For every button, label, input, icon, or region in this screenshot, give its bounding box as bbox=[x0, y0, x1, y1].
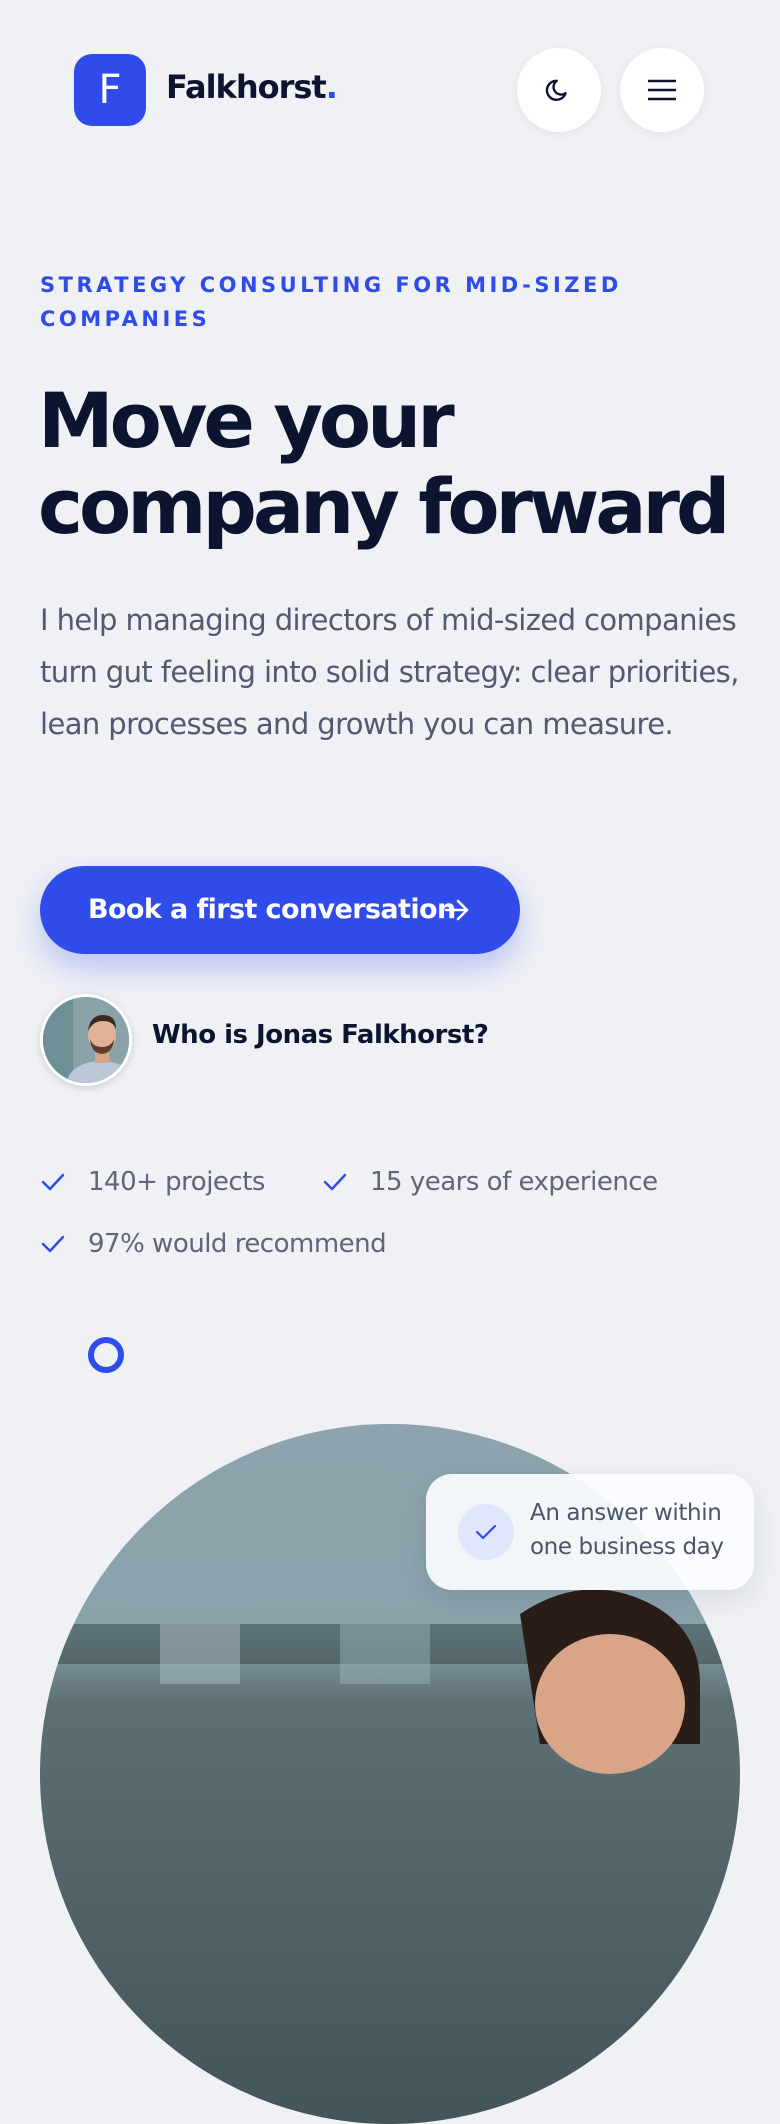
menu-button[interactable] bbox=[620, 48, 704, 132]
check-icon bbox=[41, 1173, 65, 1191]
check-icon bbox=[41, 1235, 65, 1253]
highlight-item: 140+ projects bbox=[40, 1162, 300, 1202]
check-icon bbox=[323, 1173, 347, 1191]
book-conversation-button[interactable]: Book a first conversation bbox=[40, 866, 520, 954]
badge-text: An answer within one business day bbox=[530, 1496, 740, 1564]
highlight-label: 97% would recommend bbox=[88, 1229, 387, 1259]
arrow-right-icon bbox=[444, 899, 469, 921]
theme-toggle-button[interactable] bbox=[517, 48, 601, 132]
logo-mark[interactable]: F bbox=[74, 54, 146, 126]
headline-line-1: Move your bbox=[38, 376, 455, 465]
highlight-item: 15 years of experience bbox=[322, 1162, 722, 1202]
highlight-item: 97% would recommend bbox=[40, 1224, 440, 1264]
hero-eyebrow: STRATEGY CONSULTING FOR MID-SIZED COMPAN… bbox=[40, 273, 622, 331]
person-label: Who is Jonas Falkhorst? bbox=[152, 1020, 489, 1050]
site-header: F Falkhorst. bbox=[74, 48, 706, 132]
decorative-ring bbox=[88, 1337, 124, 1373]
moon-icon bbox=[545, 79, 567, 101]
response-time-badge: An answer within one business day bbox=[426, 1474, 754, 1590]
badge-line-1: An answer within bbox=[530, 1500, 722, 1526]
check-icon bbox=[475, 1524, 497, 1540]
hamburger-menu-icon bbox=[648, 79, 676, 101]
about-person-link[interactable]: Who is Jonas Falkhorst? bbox=[40, 994, 640, 1086]
brand-dot: . bbox=[325, 68, 338, 106]
hero-headline: Move your company forward bbox=[38, 378, 758, 550]
badge-line-2: one business day bbox=[530, 1534, 724, 1560]
headline-line-2: company forward bbox=[38, 462, 730, 551]
brand-text: Falkhorst bbox=[166, 68, 327, 106]
badge-check-circle bbox=[458, 1504, 514, 1560]
brand-name[interactable]: Falkhorst. bbox=[166, 68, 338, 106]
avatar bbox=[40, 994, 132, 1086]
highlight-label: 15 years of experience bbox=[370, 1167, 658, 1197]
hero-lead-text: I help managing directors of mid-sized c… bbox=[40, 603, 739, 741]
cta-label: Book a first conversation bbox=[88, 894, 456, 925]
highlight-label: 140+ projects bbox=[88, 1167, 265, 1197]
